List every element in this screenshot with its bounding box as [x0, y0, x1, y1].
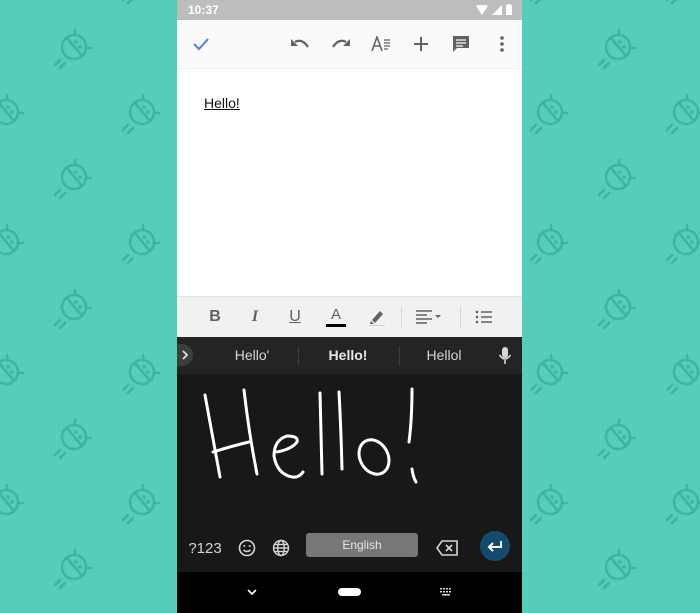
navigation-bar — [177, 572, 522, 613]
text-format-button[interactable] — [369, 32, 393, 56]
space-key-label: English — [342, 538, 382, 552]
document-text[interactable]: Hello! — [204, 95, 240, 111]
checkmark-icon — [193, 38, 209, 51]
status-bar: 10:37 — [177, 0, 522, 20]
stroke-exclaim-dot — [410, 467, 418, 484]
italic-icon: I — [251, 308, 259, 325]
comment-icon — [453, 36, 469, 52]
text-format-icon — [371, 36, 390, 52]
app-bar — [177, 20, 522, 69]
more-vert-icon — [500, 36, 504, 52]
expand-toolbar-button[interactable] — [177, 344, 193, 366]
backspace-icon — [436, 540, 458, 556]
back-chevron-icon — [247, 589, 257, 595]
undo-icon — [291, 39, 309, 48]
emoji-key[interactable] — [234, 534, 260, 562]
emoji-icon — [238, 539, 256, 557]
document-body[interactable]: Hello! — [177, 69, 522, 295]
home-pill-icon — [337, 588, 361, 596]
phone-screen: 10:37 Hello! B I U A Hello' Hello! Hello… — [177, 0, 522, 613]
stroke-h-left — [203, 393, 222, 479]
bulleted-list-icon — [475, 310, 492, 324]
undo-button[interactable] — [288, 32, 312, 56]
stroke-l2 — [337, 390, 344, 471]
wifi-icon — [476, 4, 488, 15]
underline-button[interactable]: U — [282, 305, 308, 329]
done-button[interactable] — [189, 32, 213, 56]
suggestion-divider — [298, 346, 299, 366]
back-button[interactable] — [245, 582, 259, 602]
keyboard-bottom-row: ?123 English — [177, 524, 522, 572]
backspace-key[interactable] — [434, 534, 460, 562]
align-icon — [416, 310, 441, 324]
text-color-button[interactable]: A — [323, 305, 349, 329]
stroke-h-right — [242, 388, 259, 476]
suggestion-1[interactable]: Hello' — [207, 347, 297, 363]
highlight-button[interactable] — [364, 305, 390, 329]
symbols-key[interactable]: ?123 — [185, 534, 225, 562]
stroke-e — [272, 434, 305, 479]
enter-key[interactable] — [480, 531, 510, 561]
suggestion-3[interactable]: Hellol — [399, 347, 489, 363]
redo-icon — [332, 39, 350, 48]
insert-icon — [414, 37, 428, 51]
italic-button[interactable]: I — [242, 305, 268, 329]
home-button[interactable] — [337, 582, 361, 602]
format-toolbar: B I U A — [177, 296, 522, 338]
language-key[interactable] — [268, 534, 294, 562]
chevron-right-icon — [182, 350, 189, 360]
battery-icon — [506, 4, 512, 15]
stroke-o — [357, 438, 391, 476]
text-color-swatch — [326, 324, 346, 327]
text-color-icon: A — [330, 306, 341, 323]
comment-button[interactable] — [449, 32, 473, 56]
stroke-h-cross — [211, 440, 251, 454]
keyboard-switch-icon — [440, 588, 451, 596]
align-button[interactable] — [414, 305, 446, 329]
status-time: 10:37 — [188, 3, 219, 17]
toolbar-divider — [401, 306, 402, 328]
globe-icon — [272, 539, 290, 557]
handwriting-canvas[interactable] — [177, 374, 522, 524]
insert-button[interactable] — [409, 32, 433, 56]
stroke-l1 — [318, 391, 324, 476]
enter-icon — [487, 541, 502, 552]
stroke-exclaim — [407, 387, 414, 444]
highlight-icon — [369, 311, 385, 326]
redo-button[interactable] — [329, 32, 353, 56]
voice-input-button[interactable] — [498, 346, 512, 366]
keyboard-switch-button[interactable] — [439, 582, 453, 602]
bulleted-list-button[interactable] — [471, 305, 497, 329]
microphone-icon — [498, 347, 512, 364]
suggestion-strip: Hello' Hello! Hellol — [177, 337, 522, 374]
toolbar-divider — [460, 306, 461, 328]
cell-signal-icon — [492, 4, 502, 15]
underline-icon: U — [289, 308, 301, 325]
more-options-button[interactable] — [490, 32, 514, 56]
suggestion-2[interactable]: Hello! — [303, 347, 393, 363]
bold-button[interactable]: B — [202, 305, 228, 329]
bold-icon: B — [209, 308, 221, 325]
space-key[interactable]: English — [306, 533, 418, 557]
symbols-key-label: ?123 — [188, 539, 222, 557]
handwriting-strokes — [203, 387, 418, 484]
